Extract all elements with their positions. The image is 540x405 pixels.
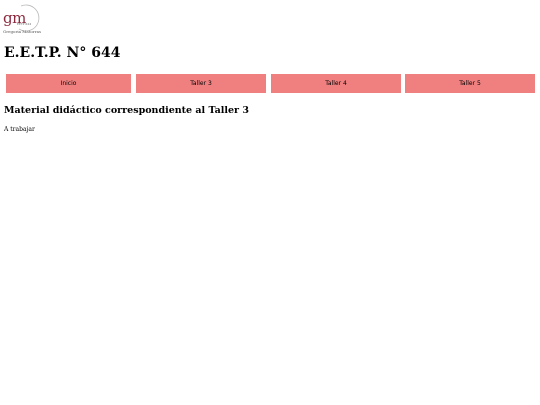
page: gm EETP 644 Gregoria Matorras E.E.T.P. N…: [0, 0, 540, 405]
school-logo[interactable]: gm EETP 644 Gregoria Matorras: [3, 3, 41, 35]
body-text: A trabajar: [4, 126, 35, 133]
nav-item-taller-4[interactable]: Taller 4: [271, 74, 401, 93]
main-nav: Inicio Taller 3 Taller 4 Taller 5: [6, 74, 536, 93]
nav-item-taller-5[interactable]: Taller 5: [405, 74, 535, 93]
section-heading: Material didáctico correspondiente al Ta…: [4, 105, 249, 116]
page-title: E.E.T.P. N° 644: [4, 45, 121, 61]
logo-name: Gregoria Matorras: [3, 29, 42, 34]
logo-sub: EETP 644: [17, 22, 32, 26]
nav-item-inicio[interactable]: Inicio: [6, 74, 131, 93]
nav-item-taller-3[interactable]: Taller 3: [136, 74, 266, 93]
